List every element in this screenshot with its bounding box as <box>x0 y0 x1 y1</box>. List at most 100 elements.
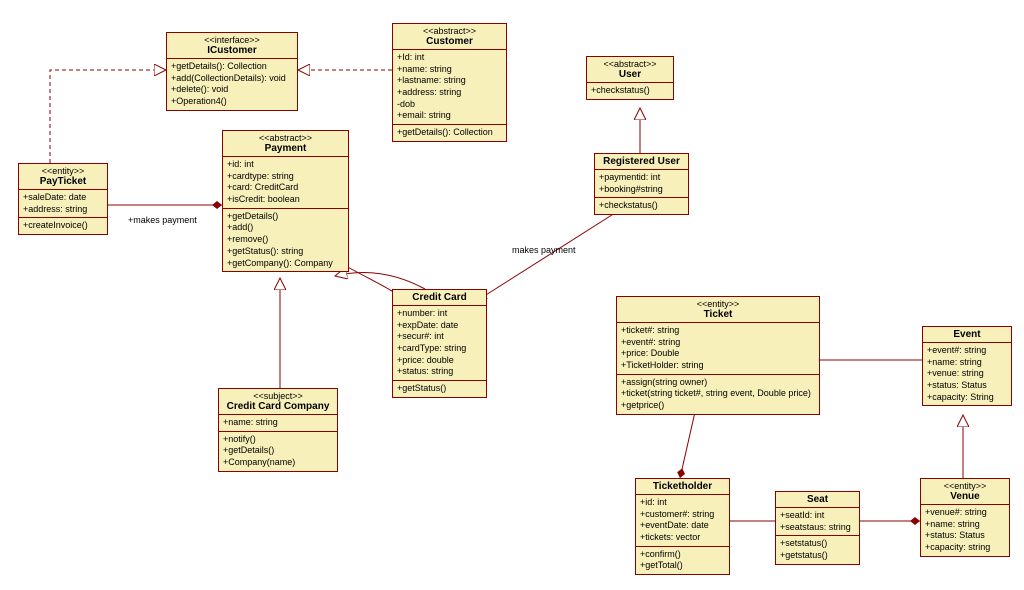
attrs-section: +id: int +customer#: string +eventDate: … <box>636 495 729 547</box>
attr: +name: string <box>397 64 502 76</box>
attr: +seatstaus: string <box>780 522 855 534</box>
attr: +name: string <box>223 417 333 429</box>
ops-section: +getDetails(): Collection <box>393 125 506 141</box>
class-header: <<entity>> PayTicket <box>19 164 107 190</box>
attrs-section: +Id: int +name: string +lastname: string… <box>393 50 506 125</box>
class-registereduser: Registered User +paymentid: int +booking… <box>594 153 689 215</box>
attr: +cardtype: string <box>227 171 344 183</box>
attrs-section: +seatId: int +seatstaus: string <box>776 508 859 536</box>
attrs-section: +name: string <box>219 415 337 432</box>
class-header: <<abstract>> Payment <box>223 131 348 157</box>
attr: +capacity: string <box>925 542 1005 554</box>
attr: +status: Status <box>925 530 1005 542</box>
op: +Operation4() <box>171 96 293 108</box>
attr: +booking#string <box>599 184 684 196</box>
op: +getCompany(): Company <box>227 258 344 270</box>
op: +createInvoice() <box>23 220 103 232</box>
class-name: Credit Card Company <box>223 401 333 412</box>
attr: +paymentid: int <box>599 172 684 184</box>
class-header: Credit Card <box>393 290 486 306</box>
class-header: Registered User <box>595 154 688 170</box>
attr: +secur#: int <box>397 331 482 343</box>
attr: +expDate: date <box>397 320 482 332</box>
label-makes-payment-2: makes payment <box>512 245 576 255</box>
attr: +id: int <box>640 497 725 509</box>
class-name: Registered User <box>599 156 684 167</box>
attr: +email: string <box>397 110 502 122</box>
op: +add(CollectionDetails): void <box>171 73 293 85</box>
attr: +number: int <box>397 308 482 320</box>
attr: +card: CreditCard <box>227 182 344 194</box>
class-icustomer: <<interface>> ICustomer +getDetails(): C… <box>166 32 298 111</box>
class-creditcardcompany: <<subject>> Credit Card Company +name: s… <box>218 388 338 472</box>
class-header: Seat <box>776 492 859 508</box>
class-header: <<entity>> Venue <box>921 479 1009 505</box>
ops-section: +getStatus() <box>393 381 486 397</box>
ops-section: +checkstatus() <box>595 198 688 214</box>
ops-section: +getDetails() +add() +remove() +getStatu… <box>223 209 348 271</box>
op: +notify() <box>223 434 333 446</box>
class-ticket: <<entity>> Ticket +ticket#: string +even… <box>616 296 820 415</box>
attr: +seatId: int <box>780 510 855 522</box>
op: +setstatus() <box>780 538 855 550</box>
attr: +status: string <box>397 366 482 378</box>
stereotype: <<abstract>> <box>591 59 669 69</box>
class-name: Customer <box>397 36 502 47</box>
class-seat: Seat +seatId: int +seatstaus: string +se… <box>775 491 860 565</box>
ops-section: +getDetails(): Collection +add(Collectio… <box>167 59 297 110</box>
attr: +name: string <box>927 357 1007 369</box>
op: +getTotal() <box>640 560 725 572</box>
op: +Company(name) <box>223 457 333 469</box>
class-name: Seat <box>780 494 855 505</box>
class-name: User <box>591 69 669 80</box>
op: +getDetails() <box>227 211 344 223</box>
stereotype: <<entity>> <box>925 481 1005 491</box>
class-header: <<entity>> Ticket <box>617 297 819 323</box>
class-header: Event <box>923 327 1011 343</box>
class-venue: <<entity>> Venue +venue#: string +name: … <box>920 478 1010 557</box>
class-name: Venue <box>925 491 1005 502</box>
stereotype: <<entity>> <box>621 299 815 309</box>
attrs-section: +paymentid: int +booking#string <box>595 170 688 198</box>
op: +getStatus() <box>397 383 482 395</box>
class-name: ICustomer <box>171 45 293 56</box>
class-name: Ticketholder <box>640 481 725 492</box>
attr: +TicketHolder: string <box>621 360 815 372</box>
ops-section: +assign(string owner) +ticket(string tic… <box>617 375 819 414</box>
attrs-section: +ticket#: string +event#: string +price:… <box>617 323 819 375</box>
op: +getStatus(): string <box>227 246 344 258</box>
class-header: <<abstract>> User <box>587 57 673 83</box>
attr: +lastname: string <box>397 75 502 87</box>
op: +checkstatus() <box>591 85 669 97</box>
attr: +address: string <box>23 204 103 216</box>
op: +ticket(string ticket#, string event, Do… <box>621 388 815 400</box>
attr: +status: Status <box>927 380 1007 392</box>
op: +delete(): void <box>171 84 293 96</box>
ops-section: +confirm() +getTotal() <box>636 547 729 574</box>
class-header: <<subject>> Credit Card Company <box>219 389 337 415</box>
attr: +cardType: string <box>397 343 482 355</box>
attr: +capacity: String <box>927 392 1007 404</box>
attr: +eventDate: date <box>640 520 725 532</box>
attr: +customer#: string <box>640 509 725 521</box>
attr: +isCredit: boolean <box>227 194 344 206</box>
op: +getDetails() <box>223 445 333 457</box>
attr: +Id: int <box>397 52 502 64</box>
ops-section: +checkstatus() <box>587 83 673 99</box>
attrs-section: +saleDate: date +address: string <box>19 190 107 218</box>
op: +add() <box>227 222 344 234</box>
attrs-section: +venue#: string +name: string +status: S… <box>921 505 1009 556</box>
stereotype: <<interface>> <box>171 35 293 45</box>
attrs-section: +id: int +cardtype: string +card: Credit… <box>223 157 348 209</box>
label-makes-payment-1: +makes payment <box>128 215 197 225</box>
op: +confirm() <box>640 549 725 561</box>
attr: +price: Double <box>621 348 815 360</box>
op: +checkstatus() <box>599 200 684 212</box>
attr: +name: string <box>925 519 1005 531</box>
attr: +ticket#: string <box>621 325 815 337</box>
ops-section: +createInvoice() <box>19 218 107 234</box>
attr: +price: double <box>397 355 482 367</box>
attr: +saleDate: date <box>23 192 103 204</box>
class-payticket: <<entity>> PayTicket +saleDate: date +ad… <box>18 163 108 235</box>
stereotype: <<subject>> <box>223 391 333 401</box>
